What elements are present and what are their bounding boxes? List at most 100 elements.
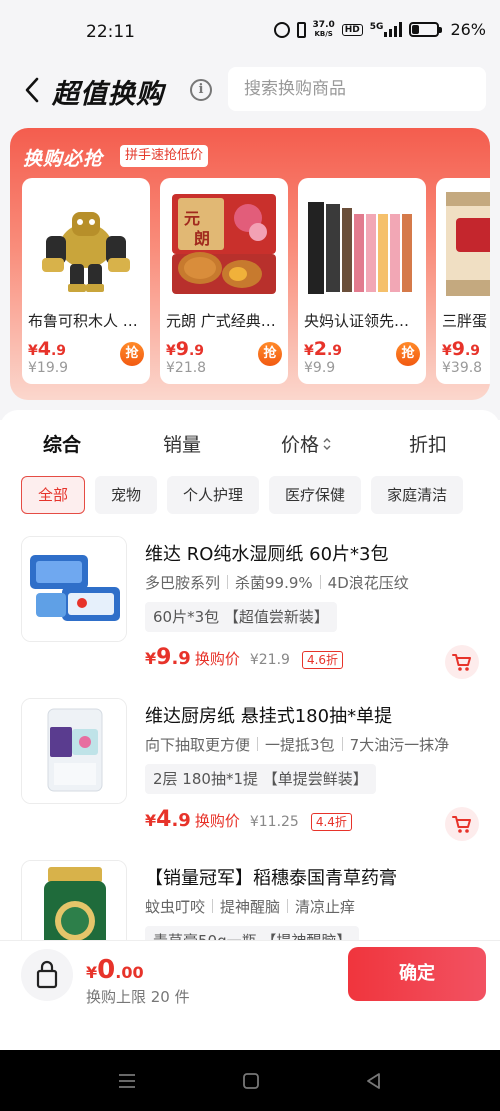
product-feature: 4D浪花压纹 [327,574,409,592]
product-row[interactable]: 维达厨房纸 悬挂式180抽*单提 向下抽取更方便 一提抵3包 7大油污一抹净 2… [0,692,500,852]
promo-title: 换购必抢 [23,148,104,170]
category-chip-personal-care[interactable]: 个人护理 [167,476,260,514]
info-icon[interactable]: i [190,79,212,101]
search-input[interactable]: 搜索换购商品 [228,67,486,111]
promo-item[interactable]: 布鲁可积木人 变形 ¥4.9 ¥19.9 抢 [22,178,150,384]
product-features: 蚊虫叮咬 提神醒脑 清凉止痒 [145,896,355,917]
promo-item-original-price: ¥21.8 [166,360,207,376]
promo-item-price-int: 9 [451,338,465,360]
category-chip-all[interactable]: 全部 [21,476,86,514]
promo-items: 布鲁可积木人 变形 ¥4.9 ¥19.9 抢 元 朗 元朗 广式经典月饼 ¥9.… [22,178,490,384]
battery-fill [412,25,419,34]
promo-item-price-dec: .9 [326,343,343,359]
original-price: ¥21.9 [249,652,290,668]
network-speed: 37.0 KB/S [312,19,335,39]
promo-item-price: ¥4.9 [28,338,66,360]
currency-symbol: ¥ [304,343,314,359]
tab-price[interactable]: 价格 [281,430,332,457]
sort-tabs: 综合 销量 价格 折扣 [0,418,500,468]
category-chip-home-cleaning[interactable]: 家庭清洁 [371,476,464,514]
shopping-bag-button[interactable] [21,949,73,1001]
promo-item-price-dec: .9 [464,343,481,359]
checkout-bar: ¥0.00 换购上限 20 件 确定 [0,940,500,1050]
product-price-dec: .9 [171,648,191,669]
tab-comprehensive[interactable]: 综合 [43,430,81,457]
promo-panel: 换购必抢 拼手速抢低价 布鲁可积木人 变形 ¥4.9 ¥19.9 抢 元 朗 元… [10,128,490,400]
hd-icon: HD [341,23,363,36]
promo-item-price-int: 4 [37,338,51,360]
grab-button[interactable]: 抢 [396,342,420,366]
promo-item-name: 元朗 广式经典月饼 [166,312,284,330]
product-image [21,698,127,804]
cart-icon [452,816,471,833]
menu-icon[interactable] [116,1070,138,1092]
currency-symbol: ¥ [86,963,98,982]
price-label: 换购价 [194,812,240,830]
system-nav-bar [0,1050,500,1111]
shopping-bag-icon [36,960,58,989]
currency-symbol: ¥ [28,343,38,359]
promo-item-original-price: ¥39.8 [442,360,483,376]
promo-item[interactable]: 元 朗 元朗 广式经典月饼 ¥9.9 ¥21.8 抢 [160,178,288,384]
product-feature: 一提抵3包 [265,736,335,754]
header: 超值换购 i 搜索换购商品 [0,62,500,120]
product-features: 向下抽取更方便 一提抵3包 7大油污一抹净 [145,734,449,755]
tab-sales[interactable]: 销量 [163,430,201,457]
product-price: ¥9.9 换购价 ¥21.9 4.6折 [145,645,344,670]
back-arrow-icon[interactable] [22,77,44,103]
battery-icon [409,22,443,37]
back-icon[interactable] [363,1070,385,1092]
currency-symbol: ¥ [145,811,157,830]
product-row[interactable]: 维达 RO纯水湿厕纸 60片*3包 多巴胺系列 杀菌99.9% 4D浪花压纹 6… [0,530,500,690]
price-label: 换购价 [194,650,240,668]
status-icons: 37.0 KB/S HD 5G 26% [273,19,486,39]
promo-item-name: 央妈认证领先品牌 [304,312,422,330]
home-icon[interactable] [240,1070,262,1092]
cart-icon [452,654,471,671]
network-speed-value: 37.0 [312,19,335,30]
promo-item-image [304,184,420,300]
product-price-int: 9 [156,645,172,670]
category-chip-healthcare[interactable]: 医疗保健 [269,476,362,514]
discount-badge: 4.6折 [301,651,344,669]
product-title: 维达 RO纯水湿厕纸 60片*3包 [145,544,389,565]
svg-text:元: 元 [184,209,200,228]
svg-text:朗: 朗 [194,229,210,248]
grab-button[interactable]: 抢 [258,342,282,366]
promo-item-price: ¥9.9 [166,338,204,360]
original-price: ¥11.25 [249,814,299,830]
discount-badge: 4.4折 [310,813,352,831]
total-price-dec: .00 [115,963,144,982]
promo-item-price: ¥9.9 [442,338,480,360]
signal-icon: 5G [370,22,403,37]
promo-item-original-price: ¥19.9 [28,360,69,376]
product-feature: 清凉止痒 [295,898,356,916]
promo-item[interactable]: 三胖蛋 瓜子 ¥9.9 ¥39.8 [436,178,490,384]
battery-percentage: 26% [450,20,486,39]
product-feature: 提神醒脑 [220,898,281,916]
network-type: 5G [369,22,384,32]
network-speed-unit: KB/S [314,29,333,38]
currency-symbol: ¥ [166,343,176,359]
status-bar: 22:11 37.0 KB/S HD 5G 26% [0,0,500,62]
purchase-limit: 换购上限 20 件 [86,988,190,1006]
product-feature: 杀菌99.9% [235,574,313,592]
promo-item-image: 元 朗 [166,184,282,300]
currency-symbol: ¥ [145,649,157,668]
promo-item[interactable]: 央妈认证领先品牌 ¥2.9 ¥9.9 抢 [298,178,426,384]
promo-item-price: ¥2.9 [304,338,342,360]
product-features: 多巴胺系列 杀菌99.9% 4D浪花压纹 [145,572,409,593]
add-to-cart-button[interactable] [445,645,479,679]
add-to-cart-button[interactable] [445,807,479,841]
product-title: 维达厨房纸 悬挂式180抽*单提 [145,706,393,727]
product-spec: 2层 180抽*1提 【单提尝鲜装】 [145,764,376,794]
grab-button[interactable]: 抢 [120,342,144,366]
product-title: 【销量冠军】稻穗泰国青草药膏 [145,868,397,889]
vibrate-icon [296,21,306,38]
category-chip-pets[interactable]: 宠物 [95,476,158,514]
total-price-int: 0 [97,955,116,985]
tab-discount[interactable]: 折扣 [409,430,447,457]
alarm-icon [273,21,290,38]
confirm-button[interactable]: 确定 [348,947,486,1001]
product-price-dec: .9 [171,810,191,831]
